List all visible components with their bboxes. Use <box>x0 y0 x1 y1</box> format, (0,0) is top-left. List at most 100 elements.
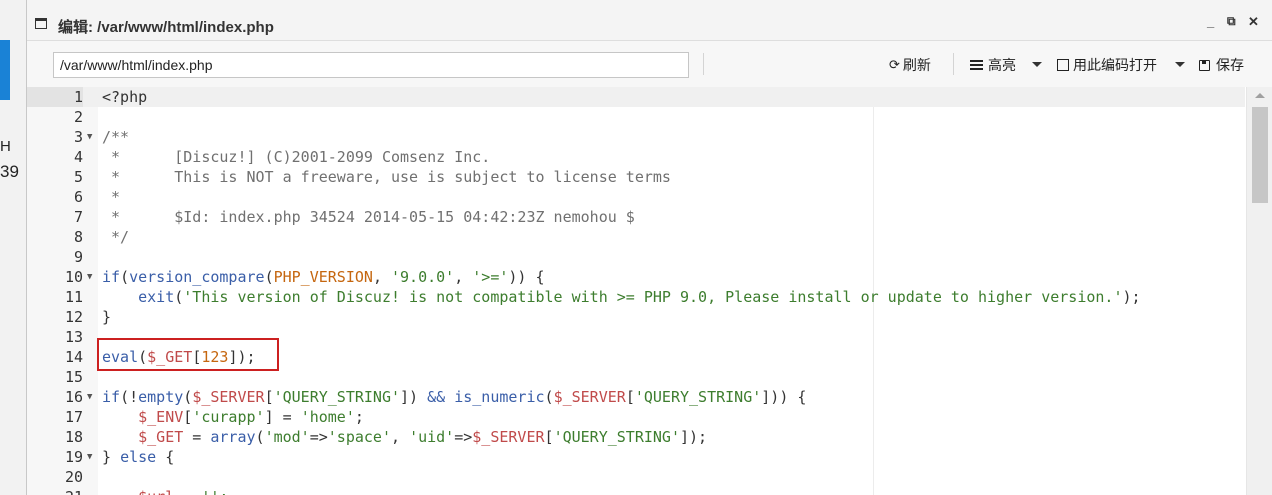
line-number: 12 <box>64 308 83 326</box>
code-line[interactable]: 11 exit('This version of Discuz! is not … <box>27 287 1245 307</box>
refresh-label: 刷新 <box>902 57 931 73</box>
code-token: array <box>210 428 256 446</box>
code-line[interactable]: 12} <box>27 307 1245 327</box>
code-line[interactable]: 17 $_ENV['curapp'] = 'home'; <box>27 407 1245 427</box>
open-with-encoding-label: 用此编码打开 <box>1073 57 1157 73</box>
code-token: (! <box>120 388 139 406</box>
code-token: ; <box>354 408 364 426</box>
code-token: $_SERVER <box>553 388 626 406</box>
code-line[interactable]: 21 $url = ''; <box>27 487 1245 495</box>
line-number: 21 <box>27 487 83 495</box>
code-token: empty <box>138 388 184 406</box>
open-with-encoding-button[interactable]: 用此编码打开 <box>1057 55 1157 75</box>
code-token: * <box>102 188 121 206</box>
code-token: <?php <box>102 88 148 106</box>
code-text: * $Id: index.php 34524 2014-05-15 04:42:… <box>102 207 635 227</box>
line-number: 19 <box>64 448 83 466</box>
line-number: 17 <box>64 408 83 426</box>
code-line[interactable]: 3 ▼ /** <box>27 127 1245 147</box>
highlight-label: 高亮 <box>988 57 1016 73</box>
code-token: ] = <box>264 408 301 426</box>
line-number: 10 <box>64 268 83 286</box>
background-text-2: 39 <box>0 162 19 181</box>
close-button[interactable]: ✕ <box>1248 14 1259 30</box>
code-token: && <box>427 388 446 406</box>
code-token: 'QUERY_STRING' <box>273 388 401 406</box>
scroll-up-arrow-icon[interactable] <box>1255 93 1265 98</box>
code-text: } else { <box>102 447 174 467</box>
code-line[interactable]: 2 <box>27 107 1245 127</box>
line-number: 4 <box>73 148 83 166</box>
code-line[interactable]: 7 * $Id: index.php 34524 2014-05-15 04:4… <box>27 207 1245 227</box>
external-open-icon <box>1057 59 1069 71</box>
code-line[interactable]: 6 * <box>27 187 1245 207</box>
code-token: { <box>526 268 545 286</box>
file-path-input[interactable] <box>53 52 689 78</box>
window-title: 编辑: /var/www/html/index.php <box>58 19 274 36</box>
highlight-dropdown-caret[interactable] <box>1032 62 1042 67</box>
code-token: * $Id: index.php 34524 2014-05-15 04:42:… <box>102 208 635 226</box>
fold-arrow-icon[interactable]: ▼ <box>87 447 92 467</box>
code-token: ]) <box>400 388 428 406</box>
code-token: ])) { <box>761 388 807 406</box>
code-line[interactable]: 1 <?php <box>27 87 1245 107</box>
code-line[interactable]: 19 ▼ } else { <box>27 447 1245 467</box>
title-bar[interactable]: 编辑: /var/www/html/index.php _ ⧉ ✕ <box>27 0 1272 41</box>
encoding-dropdown-caret[interactable] <box>1175 62 1185 67</box>
highlight-button[interactable]: 高亮 <box>970 55 1016 75</box>
line-number: 15 <box>64 368 83 386</box>
code-line[interactable]: 8 */ <box>27 227 1245 247</box>
code-token: ( <box>255 428 265 446</box>
editor-window: 编辑: /var/www/html/index.php _ ⧉ ✕ ⟳ 刷新 高… <box>26 0 1272 495</box>
fold-arrow-icon[interactable]: ▼ <box>87 127 92 147</box>
code-line[interactable]: 20 <box>27 467 1245 487</box>
scrollbar-thumb[interactable] <box>1252 107 1268 203</box>
code-token: = <box>183 428 211 446</box>
line-number: 20 <box>64 468 83 486</box>
code-token: 'home' <box>300 408 355 426</box>
minimize-button[interactable]: _ <box>1207 14 1214 29</box>
line-number: 7 <box>73 208 83 226</box>
code-token: ''; <box>201 488 228 495</box>
code-line[interactable]: 18 $_GET = array('mod'=>'space', 'uid'=>… <box>27 427 1245 447</box>
code-text: $_GET = array('mod'=>'space', 'uid'=>$_S… <box>102 427 707 447</box>
refresh-button[interactable]: ⟳ 刷新 <box>889 55 931 75</box>
code-line[interactable]: 5 * This is NOT a freeware, use is subje… <box>27 167 1245 187</box>
fold-arrow-icon[interactable]: ▼ <box>87 267 92 287</box>
code-token: 'This version of Discuz! is not compatib… <box>183 288 1123 306</box>
code-line[interactable]: 16 ▼ if(!empty($_SERVER['QUERY_STRING']) &… <box>27 387 1245 407</box>
code-editor[interactable]: 1 <?php 2 3 ▼/** 4 * [Discuz!] (C)2001-2099 C… <box>27 87 1272 495</box>
save-button[interactable]: 保存 <box>1199 55 1244 75</box>
vertical-scrollbar[interactable] <box>1246 87 1272 495</box>
restore-button[interactable]: ⧉ <box>1227 14 1236 29</box>
code-token: 'QUERY_STRING' <box>634 388 762 406</box>
code-token: $url <box>138 488 174 495</box>
code-token: => <box>454 428 473 446</box>
code-token: $_ENV <box>138 408 184 426</box>
line-number: 5 <box>73 168 83 186</box>
save-icon <box>1199 59 1210 71</box>
code-token: $_SERVER <box>472 428 545 446</box>
code-token: )) <box>508 268 527 286</box>
code-line[interactable]: 9 <box>27 247 1245 267</box>
code-token: PHP_VERSION <box>273 268 373 286</box>
code-token: * [Discuz!] (C)2001-2099 Comsenz Inc. <box>102 148 491 166</box>
save-label: 保存 <box>1216 57 1244 73</box>
code-token: is_numeric <box>454 388 545 406</box>
code-line[interactable]: 4 * [Discuz!] (C)2001-2099 Comsenz Inc. <box>27 147 1245 167</box>
fold-arrow-icon[interactable]: ▼ <box>87 387 92 407</box>
code-text: * This is NOT a freeware, use is subject… <box>102 167 671 187</box>
line-number: 18 <box>64 428 83 446</box>
background-text-1: H <box>0 138 11 155</box>
code-token: [ <box>183 408 193 426</box>
refresh-icon: ⟳ <box>889 57 900 72</box>
list-icon <box>970 59 983 71</box>
code-text: if(!empty($_SERVER['QUERY_STRING']) && i… <box>102 387 806 407</box>
code-line[interactable]: 10 ▼ if(version_compare(PHP_VERSION, '9.0.… <box>27 267 1245 287</box>
code-token: /** <box>102 128 130 146</box>
code-token: version_compare <box>129 268 265 286</box>
code-token: ( <box>264 268 274 286</box>
code-text: * [Discuz!] (C)2001-2099 Comsenz Inc. <box>102 147 490 167</box>
